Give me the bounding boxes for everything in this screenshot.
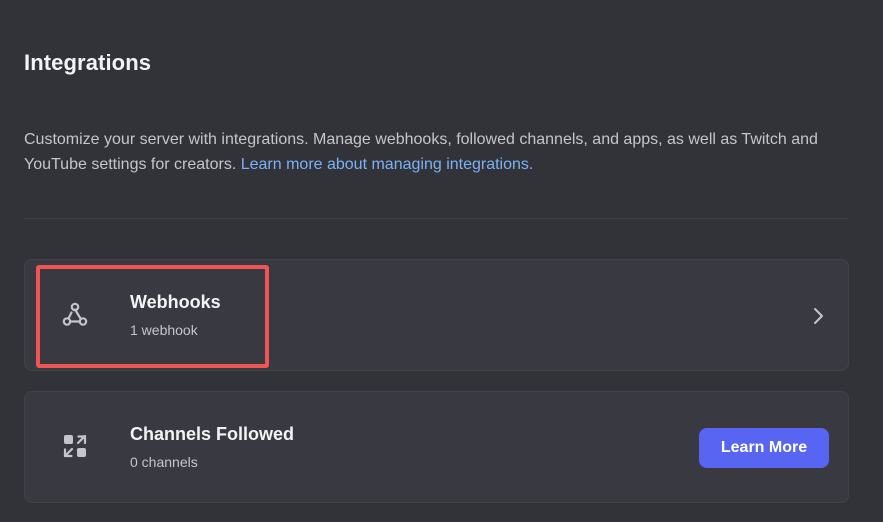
channels-followed-count: 0 channels xyxy=(130,454,198,470)
webhooks-count: 1 webhook xyxy=(130,322,198,338)
learn-more-button[interactable]: Learn More xyxy=(699,428,829,468)
webhooks-card[interactable]: Webhooks 1 webhook xyxy=(24,259,849,371)
section-divider xyxy=(24,218,848,219)
channels-followed-icon xyxy=(59,430,91,462)
webhook-icon xyxy=(59,298,91,330)
page-title: Integrations xyxy=(24,50,152,75)
channels-followed-title: Channels Followed xyxy=(130,424,295,444)
learn-more-integrations-link[interactable]: Learn more about managing integrations. xyxy=(241,156,534,173)
channels-followed-card: Channels Followed 0 channels Learn More xyxy=(24,391,849,503)
integrations-page: Integrations Customize your server with … xyxy=(0,0,883,522)
webhooks-title: Webhooks xyxy=(130,292,221,312)
page-description: Customize your server with integrations.… xyxy=(24,127,859,177)
chevron-right-icon[interactable] xyxy=(809,304,829,328)
